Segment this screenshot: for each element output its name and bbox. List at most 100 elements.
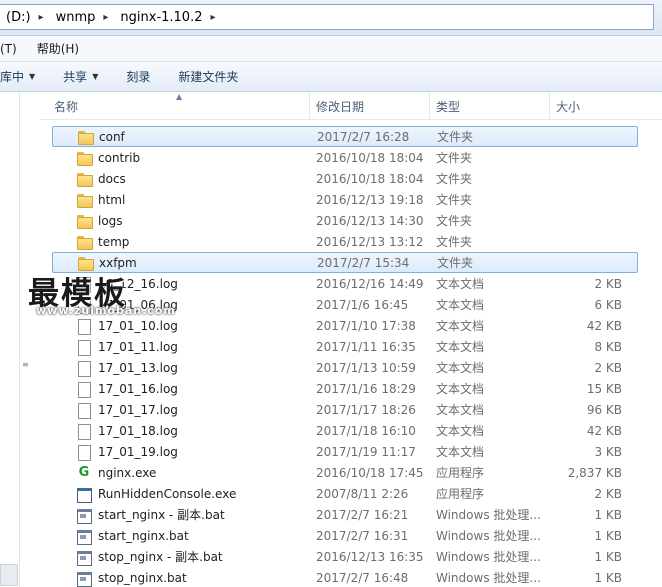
file-date: 2017/1/10 17:38: [316, 318, 416, 333]
file-date: 2016/12/16 14:49: [316, 276, 424, 291]
file-name: 17_01_11.log: [98, 339, 178, 354]
file-row[interactable]: 17_01_10.log 2017/1/10 17:38 文本文档 42 KB: [40, 315, 662, 336]
column-header-type[interactable]: 类型: [430, 92, 550, 120]
file-type: 文本文档: [436, 298, 485, 312]
column-header-name[interactable]: 名称: [48, 92, 310, 120]
column-header-date-label: 修改日期: [316, 99, 365, 114]
file-row[interactable]: html 2016/12/13 19:18 文件夹: [40, 189, 662, 210]
file-row[interactable]: stop_nginx - 副本.bat 2016/12/13 16:35 Windo…: [40, 546, 662, 567]
file-row[interactable]: temp 2016/12/13 13:12 文件夹: [40, 231, 662, 252]
file-date: 2016/12/13 19:18: [316, 192, 424, 207]
file-date: 2016/12/13 14:30: [316, 213, 424, 228]
pane-splitter-grip-icon[interactable]: ≡: [22, 360, 30, 370]
watermark: 最模板 www.zuimoban.com: [22, 268, 182, 318]
file-date: 2016/10/18 17:45: [316, 465, 424, 480]
file-row[interactable]: 17_01_17.log 2017/1/17 18:26 文本文档 96 KB: [40, 399, 662, 420]
file-name-cell: start_nginx - 副本.bat: [76, 506, 225, 524]
file-date: 2017/1/17 18:26: [316, 402, 416, 417]
breadcrumb-drive[interactable]: (D:) ▸: [0, 5, 50, 29]
file-row[interactable]: 17_01_19.log 2017/1/19 11:17 文本文档 3 KB: [40, 441, 662, 462]
file-name-cell: 17_01_13.log: [76, 360, 178, 377]
file-name: 17_01_19.log: [98, 444, 178, 459]
burn-label: 刻录: [126, 70, 151, 84]
file-name: temp: [98, 234, 130, 249]
file-name: start_nginx.bat: [98, 528, 189, 543]
file-row[interactable]: 17_01_11.log 2017/1/11 16:35 文本文档 8 KB: [40, 336, 662, 357]
file-type: 文本文档: [436, 277, 485, 291]
command-toolbar: 库中 ▼ 共享 ▼ 刻录 新建文件夹: [0, 62, 662, 92]
menu-help[interactable]: 帮助(H): [31, 40, 85, 57]
file-name: conf: [99, 129, 125, 144]
document-icon: [76, 318, 92, 335]
file-date: 2017/1/16 18:29: [316, 381, 416, 396]
share-button[interactable]: 共享 ▼: [45, 62, 108, 91]
breadcrumb[interactable]: (D:) ▸ wnmp ▸ nginx-1.10.2 ▸: [0, 4, 654, 30]
document-icon: [76, 339, 92, 356]
column-header-size-label: 大小: [556, 99, 581, 114]
file-row[interactable]: 17_01_13.log 2017/1/13 10:59 文本文档 2 KB: [40, 357, 662, 378]
file-name: html: [98, 192, 126, 207]
file-name: 17_01_18.log: [98, 423, 178, 438]
batch-file-icon: [76, 549, 92, 566]
burn-button[interactable]: 刻录: [108, 62, 160, 91]
file-row[interactable]: RunHiddenConsole.exe 2007/8/11 2:26 应用程序 2 …: [40, 483, 662, 504]
chevron-down-icon: ▼: [92, 72, 99, 81]
file-type: 文件夹: [436, 193, 473, 207]
navigation-pane-scrollbar[interactable]: [0, 564, 18, 586]
file-row[interactable]: start_nginx - 副本.bat 2017/2/7 16:21 Window…: [40, 504, 662, 525]
chevron-right-icon[interactable]: ▸: [206, 12, 221, 23]
file-date: 2017/2/7 16:48: [316, 570, 409, 585]
file-name-cell: logs: [76, 213, 123, 229]
file-type: 文件夹: [436, 172, 473, 186]
file-type: 文本文档: [436, 382, 485, 396]
navigation-pane[interactable]: [0, 92, 20, 587]
file-row[interactable]: docs 2016/10/18 18:04 文件夹: [40, 168, 662, 189]
file-name-cell: docs: [76, 171, 126, 187]
file-row[interactable]: start_nginx.bat 2017/2/7 16:31 Windows 批处理…: [40, 525, 662, 546]
file-row[interactable]: 17_01_18.log 2017/1/18 16:10 文本文档 42 KB: [40, 420, 662, 441]
file-row[interactable]: stop_nginx.bat 2017/2/7 16:48 Windows 批处理.…: [40, 567, 662, 587]
file-name: nginx.exe: [98, 465, 157, 480]
file-name-cell: conf: [77, 129, 125, 145]
file-name-cell: 17_01_16.log: [76, 381, 178, 398]
file-size: 1 KB: [594, 507, 622, 522]
file-size: 42 KB: [586, 423, 622, 438]
file-date: 2017/2/7 16:31: [316, 528, 409, 543]
file-type: Windows 批处理...: [436, 508, 541, 522]
folder-icon: [76, 192, 93, 208]
file-row[interactable]: contrib 2016/10/18 18:04 文件夹: [40, 147, 662, 168]
file-row[interactable]: 17_01_16.log 2017/1/16 18:29 文本文档 15 KB: [40, 378, 662, 399]
batch-file-icon: [76, 528, 92, 545]
new-folder-button[interactable]: 新建文件夹: [160, 62, 248, 91]
include-in-library-label: 库中: [0, 70, 25, 84]
file-row[interactable]: conf 2017/2/7 16:28 文件夹: [52, 126, 638, 147]
file-name-cell: temp: [76, 234, 129, 250]
breadcrumb-wnmp-label: wnmp: [55, 9, 96, 25]
column-header-size[interactable]: 大小: [550, 92, 662, 120]
column-header-date[interactable]: 修改日期: [310, 92, 430, 120]
file-list: conf 2017/2/7 16:28 文件夹 contrib 2016/10/18 1…: [40, 126, 662, 587]
file-name-cell: html: [76, 192, 125, 208]
chevron-right-icon[interactable]: ▸: [99, 12, 114, 23]
menu-tools[interactable]: (T): [0, 42, 23, 56]
include-in-library-button[interactable]: 库中 ▼: [0, 62, 45, 91]
file-size: 1 KB: [594, 570, 622, 585]
file-size: 3 KB: [594, 444, 622, 459]
breadcrumb-nginx[interactable]: nginx-1.10.2 ▸: [114, 5, 221, 29]
file-type: 文本文档: [436, 361, 485, 375]
document-icon: [76, 360, 92, 377]
chevron-right-icon[interactable]: ▸: [35, 12, 50, 23]
breadcrumb-wnmp[interactable]: wnmp ▸: [50, 5, 115, 29]
application-icon: [76, 486, 92, 503]
file-type: Windows 批处理...: [436, 550, 541, 564]
file-row[interactable]: logs 2016/12/13 14:30 文件夹: [40, 210, 662, 231]
file-name: logs: [98, 213, 123, 228]
file-type: 文件夹: [437, 130, 474, 144]
file-type: 文本文档: [436, 445, 485, 459]
file-name-cell: stop_nginx.bat: [76, 570, 187, 587]
file-size: 2,837 KB: [567, 465, 622, 480]
file-date: 2017/2/7 16:21: [316, 507, 409, 522]
file-row[interactable]: nginx.exe 2016/10/18 17:45 应用程序 2,837 KB: [40, 462, 662, 483]
address-bar: (D:) ▸ wnmp ▸ nginx-1.10.2 ▸: [0, 0, 662, 36]
batch-file-icon: [76, 570, 92, 587]
